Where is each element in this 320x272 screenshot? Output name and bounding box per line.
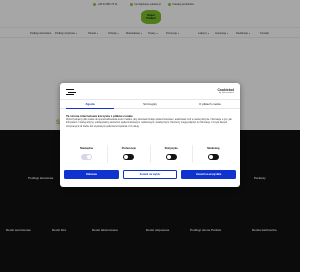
category-statistics: Statystyka xyxy=(151,145,193,163)
consent-buttons: Odmowa Zezwól na wybór Zezwól na wszystk… xyxy=(64,170,237,179)
category-preferences: Preferencje xyxy=(108,145,151,163)
preferences-toggle[interactable] xyxy=(123,154,135,160)
consent-tabs: Zgoda Szczegóły O plikach cookie xyxy=(60,99,240,109)
marketing-toggle[interactable] xyxy=(207,154,219,160)
consent-heading: Ta strona internetowa korzysta z plików … xyxy=(66,114,133,118)
category-label: Niezbędne xyxy=(80,147,94,150)
tab-zgoda[interactable]: Zgoda xyxy=(60,100,120,109)
consent-categories: Niezbędne Preferencje Statystyka Marketi… xyxy=(66,145,234,163)
category-label: Marketing xyxy=(207,147,220,150)
tab-o-plikach-cookie[interactable]: O plikach cookie xyxy=(180,100,240,108)
usercentrics-brand[interactable]: Cookiebot by Usercentrics xyxy=(218,88,234,94)
allow-selected-button[interactable]: Zezwól na wybór xyxy=(122,170,178,179)
category-label: Preferencje xyxy=(121,147,136,150)
category-marketing: Marketing xyxy=(193,145,234,163)
category-necessary: Niezbędne xyxy=(66,145,109,163)
cookiebot-logo-icon xyxy=(66,88,76,96)
statistics-toggle[interactable] xyxy=(165,154,177,160)
cookie-consent-dialog: Cookiebot by Usercentrics Zgoda Szczegół… xyxy=(60,83,240,187)
tab-szczegoly[interactable]: Szczegóły xyxy=(120,100,180,108)
category-label: Statystyka xyxy=(164,147,178,150)
allow-all-button[interactable]: Zezwól na wszystkie xyxy=(181,170,237,179)
necessary-toggle xyxy=(81,154,93,160)
deny-button[interactable]: Odmowa xyxy=(64,170,119,179)
brand-subtitle: by Usercentrics xyxy=(218,92,234,94)
consent-description: Wykorzystujemy pliki cookie do spersonal… xyxy=(66,119,232,128)
